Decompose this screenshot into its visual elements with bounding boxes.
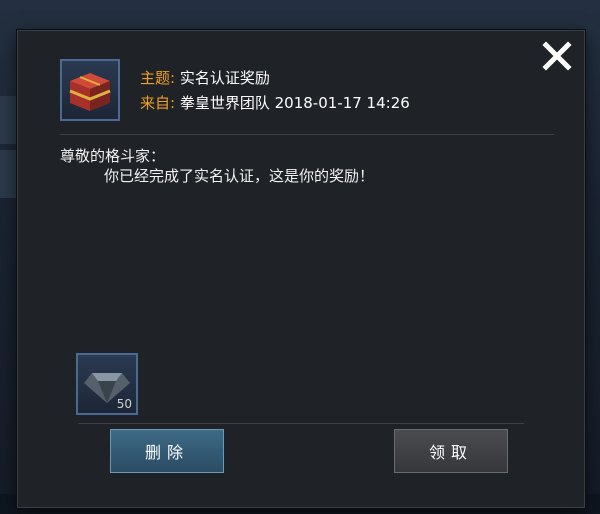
mail-sender: 来自: 拳皇世界团队 2018-01-17 14:26 — [140, 92, 410, 113]
footer-divider — [78, 423, 524, 424]
subject-label: 主题: — [140, 69, 176, 87]
from-label: 来自: — [140, 94, 176, 112]
delete-button[interactable]: 删除 — [110, 429, 224, 473]
mail-greeting: 尊敬的格斗家： — [60, 147, 166, 165]
close-icon — [542, 41, 572, 71]
mail-dialog: 主题: 实名认证奖励 来自: 拳皇世界团队 2018-01-17 14:26 尊… — [17, 30, 585, 508]
subject-value: 实名认证奖励 — [179, 69, 270, 87]
close-button[interactable] — [540, 39, 574, 73]
mail-body: 你已经完成了实名认证，这是你的奖励！ — [104, 167, 375, 185]
reward-item[interactable]: 50 — [76, 353, 138, 415]
gift-box-icon — [69, 73, 111, 111]
mail-subject: 主题: 实名认证奖励 — [140, 67, 270, 88]
claim-button[interactable]: 领取 — [394, 429, 508, 473]
mail-header-icon — [60, 59, 120, 121]
header-divider — [60, 134, 554, 135]
from-value: 拳皇世界团队 2018-01-17 14:26 — [179, 94, 410, 112]
reward-count: 50 — [116, 397, 132, 411]
